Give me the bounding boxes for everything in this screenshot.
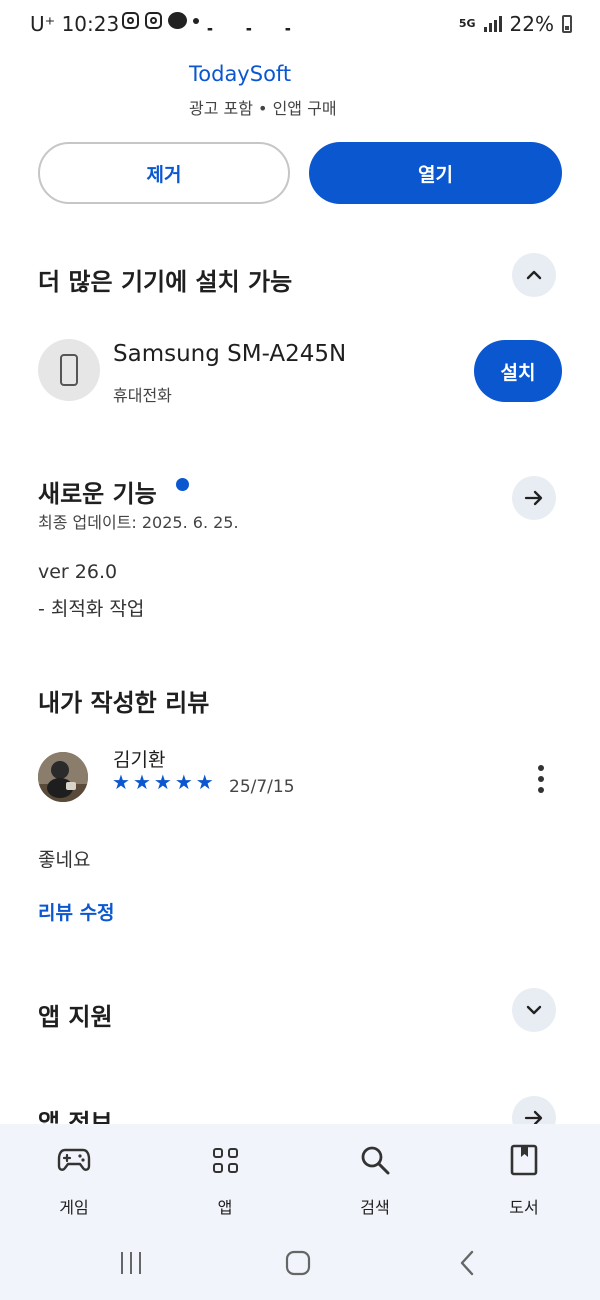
whats-new-heading: 새로운 기능 [38, 480, 157, 508]
search-icon [361, 1146, 390, 1175]
status-time: U⁺ 10:23 [30, 12, 120, 36]
expand-support-button[interactable] [512, 988, 556, 1032]
apps-grid-icon [212, 1147, 238, 1173]
device-name: Samsung SM-A245N [113, 341, 347, 367]
chat-icon [168, 12, 187, 29]
gamepad-icon [57, 1148, 91, 1171]
review-text: 좋네요 [38, 849, 91, 871]
more-devices-heading: 더 많은 기기에 설치 가능 [38, 268, 293, 296]
system-navigation [0, 1240, 600, 1290]
release-notes: - 최적화 작업 [38, 598, 145, 620]
edit-review-link[interactable]: 리뷰 수정 [38, 898, 115, 925]
network-5g-icon: 5G [458, 17, 476, 30]
app-meta: 광고 포함 • 인앱 구매 [189, 99, 337, 118]
nav-apps[interactable]: 앱 [175, 1140, 275, 1218]
home-icon[interactable] [284, 1249, 312, 1277]
device-type: 휴대전화 [113, 386, 172, 405]
whats-new-arrow-button[interactable] [512, 476, 556, 520]
star-icon: ★ [195, 770, 214, 794]
review-date: 25/7/15 [229, 777, 295, 797]
device-avatar [38, 339, 100, 401]
my-review-heading: 내가 작성한 리뷰 [38, 689, 210, 717]
notification-icons [122, 12, 199, 29]
chevron-down-icon [526, 1005, 542, 1015]
chevron-up-icon [526, 270, 542, 280]
version-text: ver 26.0 [38, 561, 118, 583]
new-indicator-dot [176, 478, 189, 491]
book-icon [510, 1144, 538, 1176]
avatar-photo [38, 752, 88, 802]
star-icon: ★ [112, 770, 130, 794]
uninstall-button[interactable]: 제거 [38, 142, 290, 204]
nav-search[interactable]: 검색 [325, 1140, 425, 1218]
reviewer-avatar [38, 752, 88, 802]
status-right: 5G 22% [459, 12, 572, 36]
arrow-right-icon [524, 490, 543, 506]
instagram-icon [145, 12, 162, 29]
star-rating: ★ ★ ★ ★ ★ [112, 772, 214, 792]
open-button[interactable]: 열기 [309, 142, 562, 204]
review-more-options-icon[interactable] [538, 765, 544, 793]
nav-games-label: 게임 [59, 1198, 89, 1217]
battery-icon [562, 15, 572, 33]
last-updated: 최종 업데이트: 2025. 6. 25. [38, 513, 239, 532]
developer-link[interactable]: TodaySoft [189, 62, 291, 86]
collapse-button[interactable] [512, 253, 556, 297]
recent-apps-icon[interactable] [118, 1250, 144, 1276]
app-title: · · · [205, 28, 303, 44]
nav-books-label: 도서 [509, 1198, 539, 1217]
nav-books[interactable]: 도서 [474, 1140, 574, 1218]
signal-icon [483, 16, 502, 32]
app-support-heading[interactable]: 앱 지원 [38, 997, 113, 1032]
star-icon: ★ [132, 770, 151, 794]
star-icon: ★ [153, 770, 172, 794]
battery-percent: 22% [509, 12, 554, 36]
instagram-icon [122, 12, 139, 29]
more-notifications-icon [193, 17, 199, 24]
nav-games[interactable]: 게임 [24, 1140, 124, 1218]
reviewer-name: 김기환 [113, 749, 166, 771]
nav-search-label: 검색 [360, 1198, 390, 1217]
back-icon[interactable] [456, 1249, 478, 1277]
nav-apps-label: 앱 [217, 1198, 233, 1217]
phone-icon [60, 354, 78, 386]
install-button[interactable]: 설치 [474, 340, 562, 402]
star-icon: ★ [174, 770, 193, 794]
